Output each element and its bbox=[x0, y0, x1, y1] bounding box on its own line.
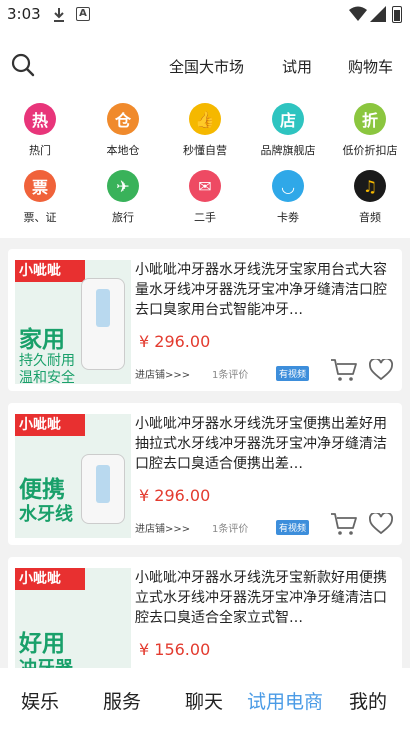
product-title[interactable]: 小呲呲冲牙器水牙线洗牙宝新款好用便携立式水牙线冲牙器洗牙宝冲净牙缝清洁口腔去口臭… bbox=[135, 568, 397, 628]
category-cards[interactable]: ◡ 卡劵 bbox=[253, 170, 323, 225]
battery-icon bbox=[392, 6, 402, 23]
product-price: ¥ 296.00 bbox=[139, 332, 211, 351]
category-label: 票、证 bbox=[23, 211, 57, 224]
bus-icon: 票 bbox=[24, 170, 56, 202]
category-label: 音频 bbox=[359, 211, 381, 224]
product-image-headline: 家用 bbox=[19, 327, 65, 353]
nav-chat[interactable]: 聊天 bbox=[185, 687, 223, 714]
category-tickets[interactable]: 票 票、证 bbox=[5, 170, 75, 225]
category-local-warehouse[interactable]: 仓 本地仓 bbox=[88, 103, 158, 158]
product-image-brand: 小呲呲 bbox=[15, 568, 85, 590]
bottom-nav: 娱乐 服务 聊天 试用电商 我的 bbox=[0, 670, 410, 728]
product-image-headline: 好用 bbox=[19, 631, 65, 657]
water-flosser-image bbox=[81, 278, 125, 370]
category-label: 旅行 bbox=[112, 211, 134, 224]
category-audio[interactable]: ♫ 音频 bbox=[335, 170, 405, 225]
review-count: 1条评价 bbox=[212, 370, 249, 381]
product-image[interactable]: 小呲呲 好用 冲牙器 bbox=[15, 568, 131, 668]
product-price: ¥ 296.00 bbox=[139, 486, 211, 505]
add-to-cart-icon[interactable] bbox=[330, 358, 358, 382]
signal-icon bbox=[370, 6, 386, 22]
video-badge: 有视频 bbox=[276, 520, 310, 535]
add-to-cart-icon[interactable] bbox=[330, 512, 358, 536]
music-icon: ♫ bbox=[354, 170, 386, 202]
product-image-headline: 便携 bbox=[19, 477, 65, 503]
status-time: 3:03 bbox=[7, 5, 41, 23]
thumbs-up-icon: 👍 bbox=[189, 103, 221, 135]
download-icon bbox=[54, 8, 64, 22]
paper-plane-icon: ✉ bbox=[189, 170, 221, 202]
product-feed[interactable]: 小呲呲 家用 持久耐用 温和安全 小呲呲冲牙器水牙线洗牙宝家用台式大容量水牙线冲… bbox=[0, 238, 410, 668]
favorite-heart-icon[interactable] bbox=[369, 359, 393, 381]
search-icon[interactable] bbox=[10, 52, 36, 78]
enter-shop-link[interactable]: 进店铺>>> bbox=[135, 366, 190, 381]
status-bar: 3:03 A bbox=[0, 0, 410, 30]
card-icon: ◡ bbox=[272, 170, 304, 202]
nav-entertainment[interactable]: 娱乐 bbox=[21, 687, 59, 714]
product-image-brand: 小呲呲 bbox=[15, 260, 85, 282]
enter-shop-link[interactable]: 进店铺>>> bbox=[135, 520, 190, 535]
top-nav: 全国大市场 试用 购物车 bbox=[0, 46, 410, 84]
nav-mine[interactable]: 我的 bbox=[349, 687, 387, 714]
video-badge: 有视频 bbox=[276, 366, 310, 381]
hot-icon: 热 bbox=[24, 103, 56, 135]
category-label: 热门 bbox=[29, 144, 51, 157]
product-image[interactable]: 小呲呲 家用 持久耐用 温和安全 bbox=[15, 260, 131, 384]
product-card[interactable]: 小呲呲 好用 冲牙器 小呲呲冲牙器水牙线洗牙宝新款好用便携立式水牙线冲牙器洗牙宝… bbox=[8, 557, 402, 668]
category-label: 秒懂自营 bbox=[183, 144, 227, 157]
product-card[interactable]: 小呲呲 便携 水牙线 小呲呲冲牙器水牙线洗牙宝便携出差好用抽拉式水牙线冲牙器洗牙… bbox=[8, 403, 402, 545]
product-image-tagline: 水牙线 bbox=[19, 504, 73, 525]
plane-icon: ✈ bbox=[107, 170, 139, 202]
nav-services[interactable]: 服务 bbox=[103, 687, 141, 714]
category-discount-store[interactable]: 折 低价折扣店 bbox=[335, 103, 405, 158]
product-image[interactable]: 小呲呲 便携 水牙线 bbox=[15, 414, 131, 538]
product-title[interactable]: 小呲呲冲牙器水牙线洗牙宝便携出差好用抽拉式水牙线冲牙器洗牙宝冲净牙缝清洁口腔去口… bbox=[135, 414, 397, 474]
notification-a-icon: A bbox=[76, 7, 90, 21]
category-brand-store[interactable]: 店 品牌旗舰店 bbox=[253, 103, 323, 158]
category-travel[interactable]: ✈ 旅行 bbox=[88, 170, 158, 225]
category-grid: 热 热门 仓 本地仓 👍 秒懂自营 店 品牌旗舰店 折 低价折扣店 票 票、证 … bbox=[0, 100, 410, 230]
product-title[interactable]: 小呲呲冲牙器水牙线洗牙宝家用台式大容量水牙线冲牙器洗牙宝冲净牙缝清洁口腔去口臭家… bbox=[135, 260, 397, 320]
category-label: 本地仓 bbox=[106, 144, 140, 157]
gift-icon: 仓 bbox=[107, 103, 139, 135]
category-second-hand[interactable]: ✉ 二手 bbox=[170, 170, 240, 225]
tab-national-market[interactable]: 全国大市场 bbox=[169, 56, 244, 77]
category-hot[interactable]: 热 热门 bbox=[5, 103, 75, 158]
product-image-tagline: 冲牙器 bbox=[19, 654, 73, 668]
product-price: ¥ 156.00 bbox=[139, 640, 211, 659]
wifi-icon bbox=[349, 6, 367, 21]
product-card[interactable]: 小呲呲 家用 持久耐用 温和安全 小呲呲冲牙器水牙线洗牙宝家用台式大容量水牙线冲… bbox=[8, 249, 402, 391]
product-image-tagline: 温和安全 bbox=[19, 370, 75, 384]
category-label: 品牌旗舰店 bbox=[260, 144, 316, 157]
discount-icon: 折 bbox=[354, 103, 386, 135]
nav-trial-ecommerce[interactable]: 试用电商 bbox=[247, 687, 323, 714]
tab-shopping-cart[interactable]: 购物车 bbox=[348, 56, 393, 77]
category-label: 卡劵 bbox=[277, 211, 299, 224]
water-flosser-image bbox=[81, 454, 125, 524]
favorite-heart-icon[interactable] bbox=[369, 513, 393, 535]
store-icon: 店 bbox=[272, 103, 304, 135]
tab-trial[interactable]: 试用 bbox=[282, 56, 312, 77]
category-label: 二手 bbox=[194, 211, 216, 224]
product-image-brand: 小呲呲 bbox=[15, 414, 85, 436]
category-label: 低价折扣店 bbox=[342, 144, 398, 157]
category-self-operated[interactable]: 👍 秒懂自营 bbox=[170, 103, 240, 158]
review-count: 1条评价 bbox=[212, 524, 249, 535]
